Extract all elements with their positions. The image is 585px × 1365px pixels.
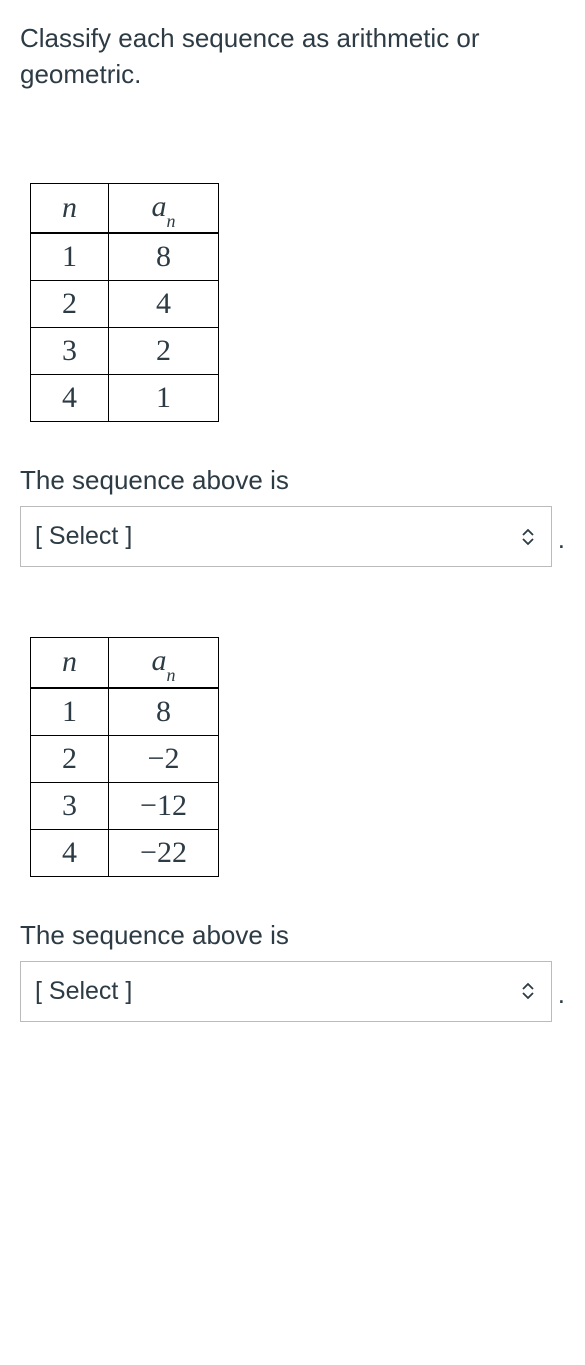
table1-cell-n: 1 [31,233,109,281]
table1-cell-an: 4 [109,280,219,327]
table1-header-n: n [31,183,109,233]
table1-cell-n: 4 [31,374,109,421]
sequence-table-1: n an 1 8 2 4 3 2 4 1 [30,183,219,422]
table-row: 4 1 [31,374,219,421]
table1-header-an: an [109,183,219,233]
select-placeholder: [ Select ] [35,519,132,554]
table-row: 1 8 [31,688,219,736]
table-row: 2 −2 [31,735,219,782]
select-placeholder: [ Select ] [35,974,132,1009]
select-dropdown-2[interactable]: [ Select ] [20,961,552,1022]
table2-header-n: n [31,638,109,688]
table2-cell-n: 2 [31,735,109,782]
chevron-updown-icon [519,525,537,549]
table2-cell-n: 4 [31,829,109,876]
select-dropdown-1[interactable]: [ Select ] [20,506,552,567]
table-row: 4 −22 [31,829,219,876]
table2-cell-an: −12 [109,782,219,829]
prompt-label-2: The sequence above is [20,917,565,953]
table2-cell-an: −22 [109,829,219,876]
table2-cell-an: −2 [109,735,219,782]
instruction-text: Classify each sequence as arithmetic or … [20,20,565,93]
sequence-table-2: n an 1 8 2 −2 3 −12 4 −22 [30,637,219,876]
period-text: . [558,976,565,1022]
table-row: 1 8 [31,233,219,281]
table2-header-an: an [109,638,219,688]
chevron-updown-icon [519,979,537,1003]
table2-cell-n: 1 [31,688,109,736]
table1-cell-n: 3 [31,327,109,374]
table1-cell-an: 8 [109,233,219,281]
table2-cell-an: 8 [109,688,219,736]
table-row: 3 −12 [31,782,219,829]
period-text: . [558,521,565,567]
prompt-label-1: The sequence above is [20,462,565,498]
table1-cell-an: 2 [109,327,219,374]
table1-cell-n: 2 [31,280,109,327]
table1-cell-an: 1 [109,374,219,421]
table-row: 3 2 [31,327,219,374]
table-row: 2 4 [31,280,219,327]
table2-cell-n: 3 [31,782,109,829]
